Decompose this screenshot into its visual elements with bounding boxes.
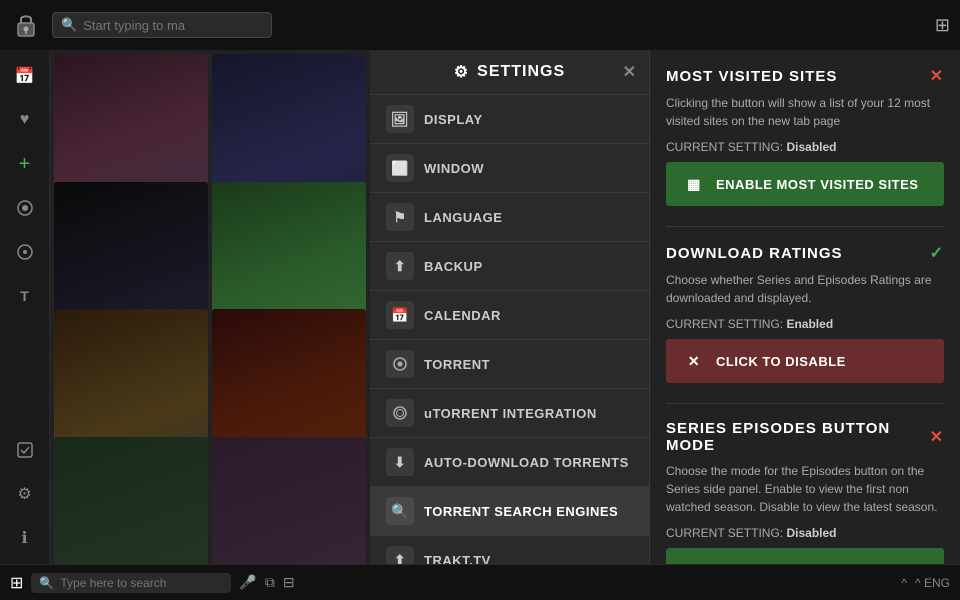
window-label: WINDOW xyxy=(424,161,484,176)
calendar-label: CALENDAR xyxy=(424,308,501,323)
window-icon: ⬜ xyxy=(386,154,414,182)
autodownload-icon: ⬇ xyxy=(386,448,414,476)
taskbar-notify-icon: ^ xyxy=(901,576,907,590)
download-ratings-title: DOWNLOAD RATINGS ✓ xyxy=(666,243,944,263)
language-label: LANGUAGE xyxy=(424,210,502,225)
settings-item-window[interactable]: ⬜ WINDOW xyxy=(370,144,649,193)
settings-title: SETTINGS xyxy=(477,63,565,81)
settings-item-torrent[interactable]: TORRENT xyxy=(370,340,649,389)
download-ratings-section: DOWNLOAD RATINGS ✓ Choose whether Series… xyxy=(666,243,944,383)
sidebar-icon-add[interactable]: + xyxy=(7,146,43,182)
taskbar-search-box[interactable]: 🔍 xyxy=(31,573,231,593)
display-label: DISPLAY xyxy=(424,112,483,127)
most-visited-title: MOST VISITED SITES ✕ xyxy=(666,66,944,86)
divider-2 xyxy=(666,403,944,404)
series-episodes-desc: Choose the mode for the Episodes button … xyxy=(666,462,944,516)
click-to-disable-button[interactable]: ✕ CLICK TO DISABLE xyxy=(666,339,944,383)
sidebar-icon-vuze[interactable] xyxy=(7,190,43,226)
taskbar-lang: ^ ENG xyxy=(915,576,950,590)
download-ratings-current: CURRENT SETTING: Enabled xyxy=(666,317,944,331)
download-ratings-status-icon: ✓ xyxy=(930,243,944,263)
divider-1 xyxy=(666,226,944,227)
sidebar-icon-circle[interactable] xyxy=(7,234,43,270)
sidebar-icon-heart[interactable]: ♥ xyxy=(7,102,43,138)
series-episodes-title: SERIES EPISODES BUTTON MODE ✕ xyxy=(666,420,944,454)
sidebar-icon-check[interactable] xyxy=(7,432,43,468)
language-icon: ⚑ xyxy=(386,203,414,231)
taskbar: ⊞ 🔍 🎤 ⧉ ⊟ ^ ^ ENG xyxy=(0,564,960,600)
x-btn-icon: ✕ xyxy=(682,349,706,373)
torrent-icon xyxy=(386,350,414,378)
sidebar-icon-info[interactable]: ℹ xyxy=(7,520,43,556)
trakt-label: TRAKT.TV xyxy=(424,553,491,565)
settings-item-backup[interactable]: ⬆ BACKUP xyxy=(370,242,649,291)
most-visited-current: CURRENT SETTING: Disabled xyxy=(666,140,944,154)
logo xyxy=(10,9,42,41)
taskbar-mic-icon[interactable]: 🎤 xyxy=(239,574,256,591)
settings-item-trakt[interactable]: ⬆ TRAKT.TV xyxy=(370,536,649,564)
autodownload-label: AUTO-DOWNLOAD TORRENTS xyxy=(424,455,629,470)
most-visited-status-icon: ✕ xyxy=(930,66,944,86)
torrent-label: TORRENT xyxy=(424,357,490,372)
trakt-icon: ⬆ xyxy=(386,546,414,564)
settings-header: ⚙ SETTINGS ✕ xyxy=(370,50,649,95)
search-icon: 🔍 xyxy=(61,17,77,33)
series-episodes-status-icon: ✕ xyxy=(930,427,944,447)
taskbar-search-icon: 🔍 xyxy=(39,576,54,590)
grid-icon[interactable]: ⊞ xyxy=(935,15,950,36)
sidebar-icon-settings[interactable]: ⚙ xyxy=(7,476,43,512)
torrent-search-icon: 🔍 xyxy=(386,497,414,525)
content-grid: BLINDSPOT LUCIFER EXORCIST SOUTH PARK MA… xyxy=(50,50,370,564)
enable-most-visited-button[interactable]: ▦ ENABLE MOST VISITED SITES xyxy=(666,162,944,206)
taskbar-windows-icon: ⊞ xyxy=(10,573,23,593)
settings-close-button[interactable]: ✕ xyxy=(623,62,637,82)
calendar-settings-icon: 📅 xyxy=(386,301,414,329)
search-box[interactable]: 🔍 xyxy=(52,12,272,38)
sidebar-icon-calendar[interactable]: 📅 xyxy=(7,58,43,94)
settings-panel: ⚙ SETTINGS ✕ 🖼 DISPLAY ⬜ WINDOW ⚑ LANGUA… xyxy=(370,50,650,564)
display-icon: 🖼 xyxy=(386,105,414,133)
utorrent-icon xyxy=(386,399,414,427)
settings-item-display[interactable]: 🖼 DISPLAY xyxy=(370,95,649,144)
settings-item-autodownload[interactable]: ⬇ AUTO-DOWNLOAD TORRENTS xyxy=(370,438,649,487)
top-bar: 🔍 ⊞ xyxy=(0,0,960,50)
download-ratings-desc: Choose whether Series and Episodes Ratin… xyxy=(666,271,944,307)
series-episodes-section: SERIES EPISODES BUTTON MODE ✕ Choose the… xyxy=(666,420,944,564)
utorrent-label: uTORRENT INTEGRATION xyxy=(424,406,597,421)
settings-item-utorrent[interactable]: uTORRENT INTEGRATION xyxy=(370,389,649,438)
most-visited-section: MOST VISITED SITES ✕ Clicking the button… xyxy=(666,66,944,206)
series-episodes-current: CURRENT SETTING: Disabled xyxy=(666,526,944,540)
settings-gear-icon: ⚙ xyxy=(454,62,469,82)
torrent-search-label: TORRENT SEARCH ENGINES xyxy=(424,504,618,519)
backup-icon: ⬆ xyxy=(386,252,414,280)
taskbar-search-input[interactable] xyxy=(60,576,223,590)
click-to-enable-button[interactable]: ✓ CLICK TO ENABLE xyxy=(666,548,944,564)
backup-label: BACKUP xyxy=(424,259,483,274)
grid-btn-icon: ▦ xyxy=(682,172,706,196)
right-panel: MOST VISITED SITES ✕ Clicking the button… xyxy=(650,50,960,564)
most-visited-desc: Clicking the button will show a list of … xyxy=(666,94,944,130)
search-input[interactable] xyxy=(83,18,263,33)
poster-p7[interactable] xyxy=(54,437,208,565)
settings-item-torrent-search[interactable]: 🔍 TORRENT SEARCH ENGINES xyxy=(370,487,649,536)
sidebar-icon-text[interactable]: T xyxy=(7,278,43,314)
taskbar-copy-icon[interactable]: ⧉ xyxy=(265,574,275,591)
taskbar-right: ^ ^ ENG xyxy=(901,576,950,590)
left-sidebar: 📅 ♥ + T ⚙ ℹ xyxy=(0,50,50,564)
settings-item-language[interactable]: ⚑ LANGUAGE xyxy=(370,193,649,242)
taskbar-app-icon[interactable]: ⊟ xyxy=(283,574,295,591)
poster-p8[interactable] xyxy=(212,437,366,565)
main-area: 📅 ♥ + T ⚙ ℹ BLINDSPOT LUCIFER EXOR xyxy=(0,50,960,564)
settings-item-calendar[interactable]: 📅 CALENDAR xyxy=(370,291,649,340)
